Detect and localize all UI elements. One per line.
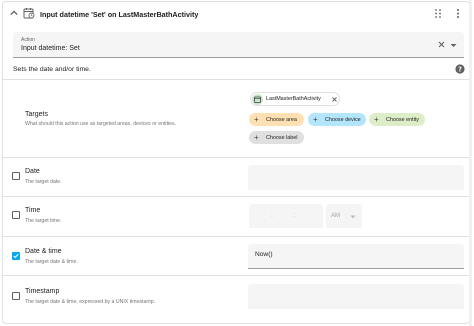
time-input[interactable]: : : <box>249 204 323 228</box>
timestamp-checkbox[interactable] <box>12 292 20 300</box>
scrollbar[interactable] <box>469 0 472 326</box>
action-description: Sets the date and/or time. <box>13 66 91 73</box>
choose-label-button[interactable]: + Choose label <box>249 131 304 144</box>
datetime-title: Date & time <box>25 248 62 255</box>
datetime-description: The target date & time. <box>25 259 78 265</box>
date-title: Date <box>25 168 40 175</box>
timestamp-input[interactable] <box>248 284 464 309</box>
timestamp-description: The target date & time, expressed by a U… <box>25 299 156 305</box>
action-field-label: Action <box>21 37 35 43</box>
divider <box>3 275 469 276</box>
targets-title: Targets <box>25 111 48 118</box>
date-checkbox[interactable] <box>12 172 20 180</box>
calendar-clock-icon <box>23 8 35 19</box>
plus-icon: + <box>374 115 379 124</box>
drag-handle-icon[interactable] <box>434 8 442 19</box>
datetime-input[interactable]: Now() <box>248 244 464 269</box>
time-checkbox[interactable] <box>12 211 20 219</box>
target-entity-name: LastMasterBathActivity <box>266 96 321 102</box>
plus-icon: + <box>254 133 259 142</box>
dropdown-arrow-icon[interactable] <box>450 43 457 48</box>
action-card: Input datetime 'Set' on LastMasterBathAc… <box>2 1 470 324</box>
more-vert-icon[interactable] <box>456 8 460 19</box>
clear-icon[interactable] <box>438 41 445 48</box>
ampm-value: AM <box>331 213 340 219</box>
choose-device-button[interactable]: + Choose device <box>308 113 366 126</box>
dropdown-arrow-icon <box>350 215 356 219</box>
datetime-checkbox[interactable] <box>12 252 20 260</box>
datetime-value: Now() <box>255 251 273 258</box>
remove-icon[interactable] <box>332 97 337 102</box>
choose-entity-label: Choose entity <box>386 116 419 123</box>
calendar-clock-icon <box>252 94 263 105</box>
choose-area-label: Choose area <box>266 116 297 123</box>
date-input[interactable] <box>248 165 464 190</box>
divider <box>3 236 469 237</box>
choose-area-button[interactable]: + Choose area <box>249 113 304 126</box>
divider <box>3 157 469 158</box>
time-title: Time <box>25 207 41 214</box>
targets-description: What should this action use as targeted … <box>25 121 177 127</box>
help-icon[interactable]: ? <box>455 64 465 74</box>
choose-label-label: Choose label <box>266 134 298 141</box>
choose-entity-button[interactable]: + Choose entity <box>369 113 425 126</box>
time-description: The target time. <box>25 218 62 224</box>
time-separator: : <box>271 212 273 219</box>
action-header[interactable]: Input datetime 'Set' on LastMasterBathAc… <box>3 2 469 26</box>
chevron-up-icon[interactable] <box>10 9 18 17</box>
timestamp-title: Timestamp <box>25 288 60 295</box>
action-title: Input datetime 'Set' on LastMasterBathAc… <box>40 10 199 19</box>
choose-device-label: Choose device <box>325 116 361 123</box>
date-description: The target date. <box>25 179 62 185</box>
action-field-value: Input datetime: Set <box>21 45 80 52</box>
plus-icon: + <box>254 115 259 124</box>
divider <box>3 79 469 80</box>
action-select[interactable]: Action Input datetime: Set <box>13 32 464 58</box>
time-separator: : <box>293 212 295 219</box>
divider <box>3 196 469 197</box>
check-icon <box>13 253 19 259</box>
target-entity-chip[interactable]: LastMasterBathActivity <box>250 92 340 106</box>
ampm-select[interactable]: AM <box>326 204 362 228</box>
plus-icon: + <box>313 115 318 124</box>
svg-text:?: ? <box>458 65 462 73</box>
